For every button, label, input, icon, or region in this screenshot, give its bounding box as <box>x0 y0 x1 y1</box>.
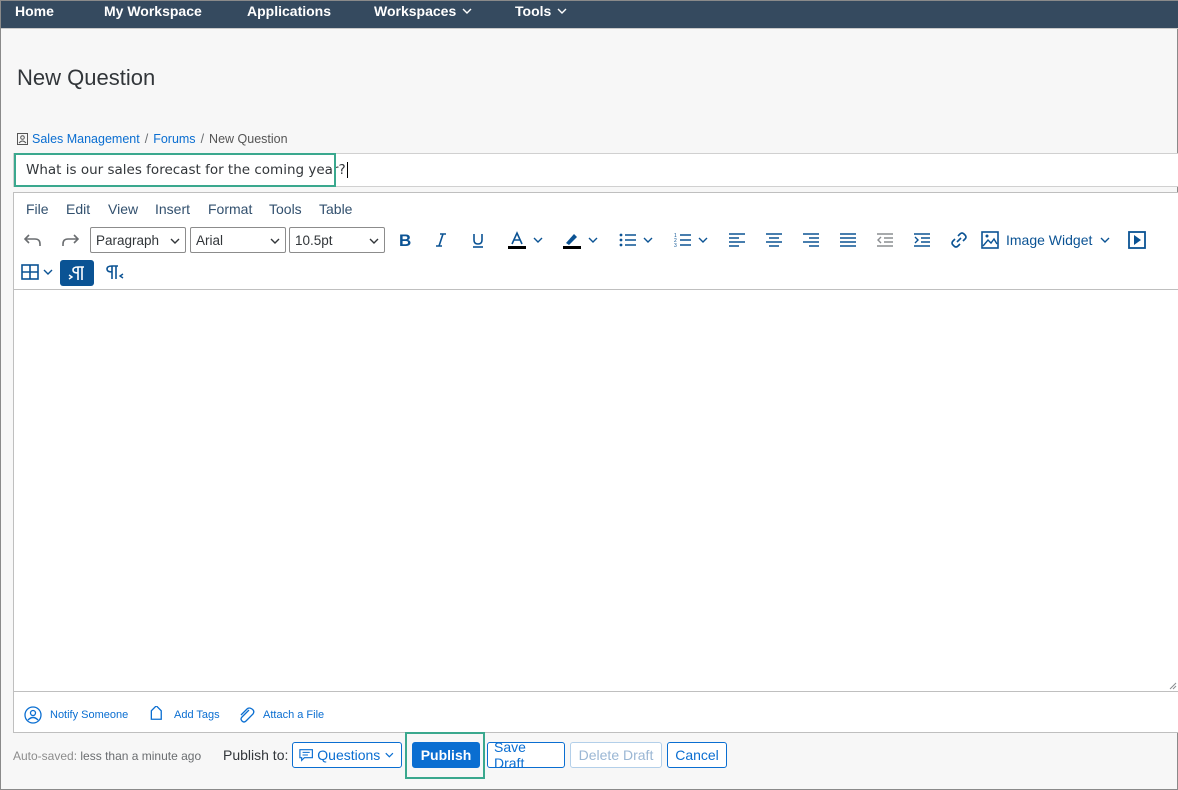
breadcrumb-separator: / <box>200 132 205 146</box>
resize-handle-icon[interactable] <box>1167 680 1177 690</box>
chevron-down-icon <box>462 8 472 14</box>
attach-file-link[interactable]: Attach a File <box>237 706 324 724</box>
nav-applications[interactable]: Applications <box>247 0 331 25</box>
chevron-down-icon[interactable] <box>530 227 546 253</box>
rich-text-editor: File Edit View Insert Format Tools Table… <box>13 192 1178 733</box>
svg-text:B: B <box>399 232 411 248</box>
person-icon <box>24 706 42 724</box>
underline-icon[interactable] <box>465 227 491 253</box>
top-nav: Home My Workspace Applications Workspace… <box>1 1 1178 29</box>
nav-home[interactable]: Home <box>15 0 54 25</box>
media-play-icon[interactable] <box>1124 227 1150 253</box>
menu-format[interactable]: Format <box>208 201 252 217</box>
editor-content-area[interactable] <box>14 289 1178 692</box>
chevron-down-icon[interactable] <box>40 259 56 285</box>
breadcrumb-forums[interactable]: Forums <box>153 132 195 146</box>
font-size-value: 10.5pt <box>295 232 333 248</box>
menu-insert[interactable]: Insert <box>155 201 190 217</box>
nav-workspaces-label: Workspaces <box>374 3 457 19</box>
text-caret <box>346 162 348 178</box>
title-highlight-frame <box>14 153 336 187</box>
chevron-down-icon <box>557 8 567 14</box>
numbered-list-icon[interactable]: 123 <box>670 227 696 253</box>
breadcrumb-current: New Question <box>209 132 288 146</box>
nav-workspaces[interactable]: Workspaces <box>374 0 473 25</box>
bottom-action-bar: Auto-saved: less than a minute ago Publi… <box>1 739 1177 777</box>
align-right-icon[interactable] <box>798 227 824 253</box>
chevron-down-icon <box>369 238 379 244</box>
autosave-status: Auto-saved: less than a minute ago <box>13 749 201 763</box>
save-draft-button[interactable]: Save Draft <box>487 739 565 771</box>
chevron-down-icon[interactable] <box>695 227 711 253</box>
font-family-select[interactable]: Arial <box>190 227 286 253</box>
block-format-value: Paragraph <box>96 232 160 248</box>
editor-toolbar: Paragraph Arial 10.5pt B 1 2 3 Image Wid… <box>14 227 1178 257</box>
chevron-down-icon[interactable] <box>585 227 601 253</box>
menu-tools[interactable]: Tools <box>269 201 302 217</box>
chevron-down-icon <box>1100 237 1110 243</box>
undo-icon[interactable] <box>20 227 46 253</box>
add-tags-link[interactable]: Add Tags <box>148 706 220 724</box>
breadcrumb-separator: / <box>144 132 149 146</box>
link-icon[interactable] <box>946 227 972 253</box>
align-justify-icon[interactable] <box>835 227 861 253</box>
nav-my-workspace-label: My Workspace <box>104 3 202 19</box>
publish-to-select[interactable]: Questions <box>292 742 402 768</box>
bold-icon[interactable]: B <box>392 227 418 253</box>
font-size-select[interactable]: 10.5pt <box>289 227 385 253</box>
publish-highlight-frame <box>405 732 485 779</box>
menu-view[interactable]: View <box>108 201 138 217</box>
breadcrumb-sales-management[interactable]: Sales Management <box>32 132 140 146</box>
align-center-icon[interactable] <box>761 227 787 253</box>
cancel-button[interactable]: Cancel <box>667 742 727 768</box>
notify-someone-link[interactable]: Notify Someone <box>24 706 128 724</box>
indent-icon[interactable] <box>909 227 935 253</box>
outdent-icon[interactable] <box>872 227 898 253</box>
chevron-down-icon <box>170 238 180 244</box>
publish-to-label: Publish to: <box>223 747 289 763</box>
chat-icon <box>299 749 313 762</box>
font-family-value: Arial <box>196 232 224 248</box>
breadcrumb: Sales Management / Forums / New Question <box>17 132 288 146</box>
chevron-down-icon <box>385 752 394 758</box>
publish-to-value: Questions <box>317 747 381 763</box>
rtl-direction-icon[interactable] <box>102 259 128 285</box>
menu-file[interactable]: File <box>26 201 49 217</box>
menu-table[interactable]: Table <box>319 201 352 217</box>
editor-footer: Notify Someone Add Tags Attach a File <box>14 693 1178 733</box>
block-format-select[interactable]: Paragraph <box>90 227 186 253</box>
nav-tools[interactable]: Tools <box>515 0 568 25</box>
autosave-label: Auto-saved: <box>13 749 78 763</box>
ltr-direction-icon[interactable] <box>60 260 94 286</box>
workspace-icon <box>17 133 28 145</box>
nav-tools-label: Tools <box>515 3 552 19</box>
nav-applications-label: Applications <box>247 3 332 19</box>
autosave-value: less than a minute ago <box>80 749 202 763</box>
notify-someone-label: Notify Someone <box>50 709 129 721</box>
editor-toolbar-row-2 <box>14 259 1178 289</box>
text-color-icon[interactable] <box>504 227 530 253</box>
bullet-list-icon[interactable] <box>615 227 641 253</box>
align-left-icon[interactable] <box>724 227 750 253</box>
nav-my-workspace[interactable]: My Workspace <box>104 0 202 25</box>
add-tags-label: Add Tags <box>174 709 220 721</box>
chevron-down-icon[interactable] <box>640 227 656 253</box>
image-widget-button[interactable]: Image Widget <box>981 227 1116 253</box>
redo-icon[interactable] <box>57 227 83 253</box>
image-widget-label: Image Widget <box>1006 232 1093 248</box>
menu-edit[interactable]: Edit <box>66 201 90 217</box>
image-icon <box>981 231 999 249</box>
delete-draft-button[interactable]: Delete Draft <box>570 742 662 768</box>
tag-icon <box>150 706 162 720</box>
paperclip-icon <box>240 707 255 723</box>
attach-file-label: Attach a File <box>263 709 325 721</box>
svg-text:3: 3 <box>674 243 677 248</box>
chevron-down-icon <box>270 238 280 244</box>
page-title: New Question <box>17 65 156 90</box>
italic-icon[interactable] <box>428 227 454 253</box>
nav-home-label: Home <box>15 3 54 19</box>
highlight-color-icon[interactable] <box>559 227 585 253</box>
